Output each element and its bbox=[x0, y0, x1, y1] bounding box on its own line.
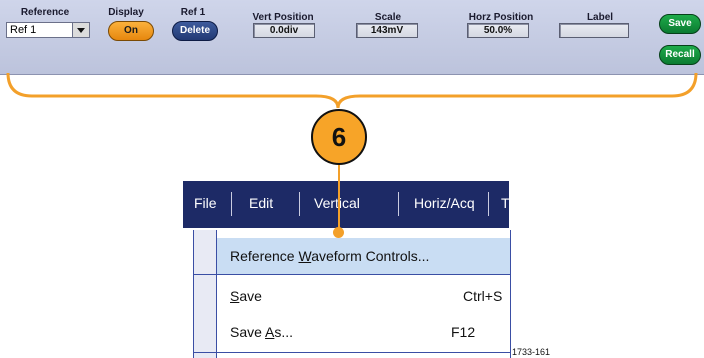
menu-separator bbox=[398, 192, 399, 216]
display-on-button[interactable]: On bbox=[108, 21, 154, 41]
callout-leader-line bbox=[338, 165, 340, 230]
menu-separator bbox=[299, 192, 300, 216]
figure-id: 1733-161 bbox=[512, 347, 551, 357]
menu-item-save-as[interactable]: Save As... F12 bbox=[217, 314, 510, 350]
menu-bar: File Edit Vertical Horiz/Acq T bbox=[183, 181, 509, 228]
reference-label: Reference bbox=[20, 7, 70, 18]
menu-item-label: Save bbox=[230, 288, 262, 304]
menu-separator bbox=[194, 274, 510, 275]
display-label: Display bbox=[108, 7, 144, 18]
menu-shortcut: F12 bbox=[451, 324, 476, 340]
label-field[interactable] bbox=[559, 23, 629, 38]
vert-position-field[interactable]: 0.0div bbox=[253, 23, 315, 38]
ref1-label: Ref 1 bbox=[180, 7, 206, 18]
menu-horiz-acq[interactable]: Horiz/Acq bbox=[414, 195, 475, 211]
menu-edit[interactable]: Edit bbox=[249, 195, 273, 211]
scale-field[interactable]: 143mV bbox=[356, 23, 418, 38]
menu-item-label: Save As... bbox=[230, 324, 294, 340]
menu-file[interactable]: File bbox=[194, 195, 217, 211]
menu-icon-gutter bbox=[194, 230, 217, 358]
recall-button[interactable]: Recall bbox=[659, 45, 701, 65]
file-menu-dropdown: Reference Waveform Controls... Save Ctrl… bbox=[193, 230, 511, 358]
horz-position-field[interactable]: 50.0% bbox=[467, 23, 529, 38]
label-label: Label bbox=[586, 12, 614, 23]
save-button[interactable]: Save bbox=[659, 14, 701, 34]
callout-leader-dot bbox=[333, 227, 344, 238]
menu-separator bbox=[488, 192, 489, 216]
menu-separator bbox=[194, 352, 510, 353]
menu-vertical[interactable]: Vertical bbox=[314, 195, 360, 211]
menu-item-reference-waveform-controls[interactable]: Reference Waveform Controls... bbox=[217, 238, 510, 274]
menu-truncated[interactable]: T bbox=[501, 195, 509, 211]
menu-separator bbox=[231, 192, 232, 216]
reference-control-bar: Reference Ref 1 Display On Ref 1 Delete … bbox=[0, 0, 704, 75]
callout-bracket bbox=[6, 72, 698, 109]
vert-position-label: Vert Position bbox=[252, 12, 314, 23]
menu-item-label: Reference Waveform Controls... bbox=[230, 248, 430, 264]
menu-item-save[interactable]: Save Ctrl+S bbox=[217, 278, 510, 314]
menu-shortcut: Ctrl+S bbox=[463, 288, 503, 304]
scale-label: Scale bbox=[374, 12, 402, 23]
reference-select[interactable]: Ref 1 bbox=[6, 22, 90, 38]
step-callout: 6 bbox=[311, 109, 367, 165]
horz-position-label: Horz Position bbox=[468, 12, 534, 23]
chevron-down-icon[interactable] bbox=[72, 23, 89, 37]
reference-select-value: Ref 1 bbox=[10, 24, 37, 36]
delete-button[interactable]: Delete bbox=[172, 21, 218, 41]
